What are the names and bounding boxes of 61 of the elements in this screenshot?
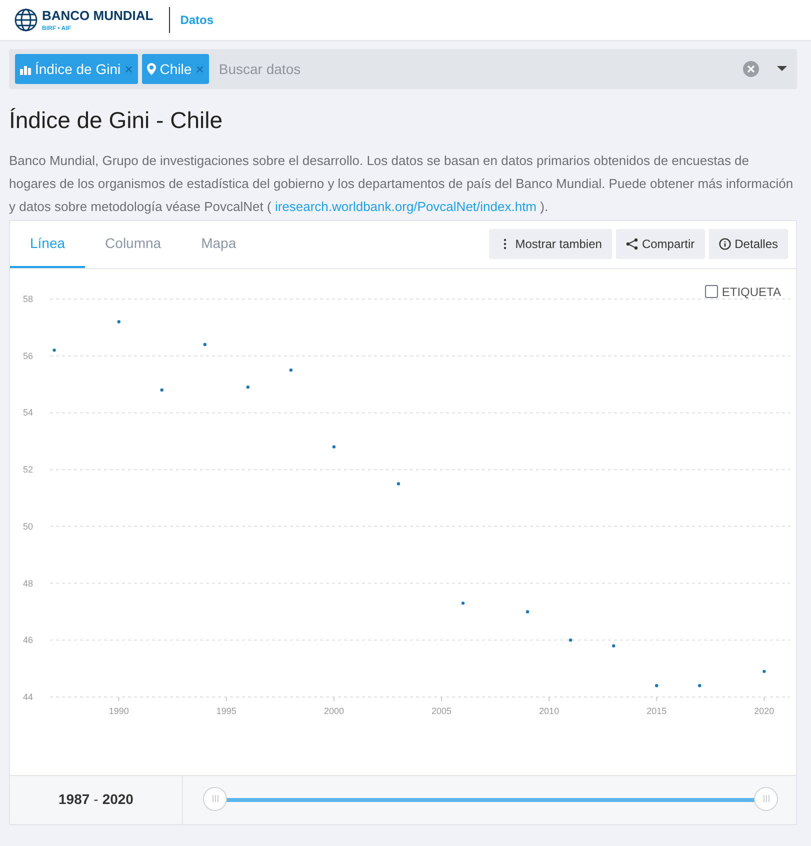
action-button[interactable]: Detalles <box>708 229 788 260</box>
x-tick-label: 1990 <box>108 706 129 716</box>
x-tick-label: 2010 <box>539 706 560 716</box>
logo-title: BANCO MUNDIAL <box>42 8 154 22</box>
x-tick-label: 2005 <box>432 706 452 716</box>
data-point[interactable] <box>289 368 293 372</box>
search-field[interactable]: Buscar datos <box>216 58 739 80</box>
data-point[interactable] <box>332 444 336 448</box>
range-start: 1987 <box>58 790 90 810</box>
x-tick-label: 2000 <box>324 706 344 716</box>
action-button[interactable]: Compartir <box>616 229 705 260</box>
y-tick-label: 44 <box>23 692 33 702</box>
data-point[interactable] <box>461 601 465 604</box>
tag-label: Chile <box>160 60 192 78</box>
slider-handle[interactable] <box>754 786 778 811</box>
bar-chart-icon <box>20 64 31 74</box>
data-point[interactable] <box>655 684 658 687</box>
remove-tag-icon[interactable]: × <box>196 58 204 80</box>
x-tick-label: 2020 <box>754 706 774 716</box>
range-end: 2020 <box>102 790 134 810</box>
range-slider[interactable] <box>203 786 778 813</box>
data-point[interactable] <box>526 610 530 613</box>
slider-handle[interactable] <box>203 786 227 811</box>
data-point[interactable] <box>396 482 400 485</box>
data-point[interactable] <box>762 669 766 673</box>
page-title: Índice de Gini - Chile <box>9 107 224 135</box>
tag-label: Índice de Gini <box>35 60 121 78</box>
y-tick-label: 46 <box>23 634 33 645</box>
label-checkbox[interactable]: ETIQUETA <box>704 282 781 301</box>
y-tick-label: 58 <box>23 294 33 304</box>
action-button[interactable]: Mostrar tambien <box>489 229 612 260</box>
range-separator: - <box>94 790 98 810</box>
data-point[interactable] <box>568 638 572 642</box>
data-point[interactable] <box>246 385 250 388</box>
link[interactable]: iresearch.worldbank.org/PovcalNet/index.htm <box>274 198 537 214</box>
chart-tab[interactable]: Línea <box>10 220 86 268</box>
y-tick-label: 48 <box>23 578 33 588</box>
clear-icon[interactable] <box>743 61 759 77</box>
share-icon <box>626 238 638 250</box>
data-point[interactable] <box>52 348 56 352</box>
section-label[interactable]: Datos <box>169 7 214 33</box>
x-tick-label: 1995 <box>216 706 236 716</box>
globe-icon <box>14 8 38 32</box>
description-text: Banco Mundial, Grupo de investigaciones sobre el desarrollo. Los datos se basan en datos primarios obtenidos de encuestas de hogares de los organismos de estadística del gobierno y los departamentos de país del Banco Mundial. Puede obtener más información y datos sobre metodología véase PovcalNet ( iresearch.worldbank.org/PovcalNet/index.htm ). <box>9 152 794 216</box>
data-point[interactable] <box>203 342 206 346</box>
info-icon <box>718 238 731 250</box>
x-tick-label: 2015 <box>646 706 667 716</box>
search-bar[interactable]: Índice de Gini × Chile × Buscar datos <box>9 49 797 89</box>
data-point[interactable] <box>612 644 616 648</box>
chart-tab[interactable]: Mapa <box>181 220 256 268</box>
data-point[interactable] <box>160 388 164 392</box>
dropdown-caret-icon[interactable] <box>777 66 787 72</box>
y-tick-label: 54 <box>23 407 33 418</box>
data-point[interactable] <box>698 684 702 687</box>
y-tick-label: 52 <box>23 464 33 474</box>
remove-tag-icon[interactable]: × <box>124 58 133 80</box>
chart-tab[interactable]: Columna <box>85 220 182 268</box>
y-tick-label: 56 <box>23 350 33 360</box>
map-pin-icon <box>146 63 156 75</box>
data-point[interactable] <box>117 320 120 323</box>
y-tick-label: 50 <box>23 521 33 532</box>
